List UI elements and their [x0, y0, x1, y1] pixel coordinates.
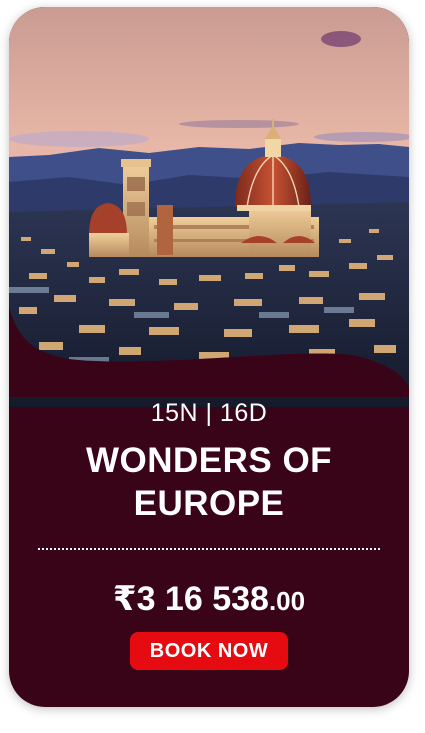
wave-divider — [9, 307, 409, 397]
book-now-button[interactable]: BOOK NOW — [130, 632, 288, 670]
package-details: 15N | 16D WONDERS OF EUROPE ₹3 16 538.00… — [9, 387, 409, 707]
package-duration: 15N | 16D — [150, 399, 268, 427]
package-price: ₹3 16 538.00 — [9, 579, 409, 619]
dotted-divider — [38, 548, 380, 550]
package-title: WONDERS OF EUROPE — [85, 441, 333, 523]
price-amount: 3 16 538 — [136, 580, 269, 618]
price-decimal: .00 — [268, 586, 306, 616]
package-card[interactable]: 15N | 16D WONDERS OF EUROPE ₹3 16 538.00… — [9, 7, 409, 707]
rupee-icon: ₹ — [112, 580, 137, 618]
